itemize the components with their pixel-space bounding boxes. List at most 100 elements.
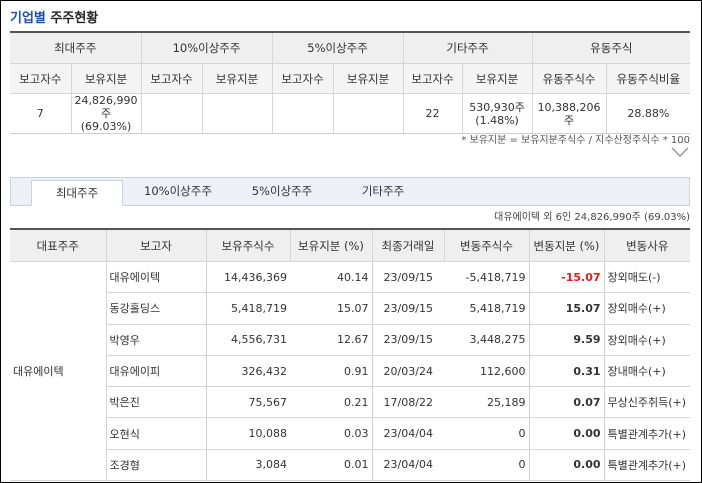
largest-share-amount: 24,826,990주 (74, 94, 138, 120)
title-prefix: 기업별 (10, 11, 46, 26)
largest-share: 24,826,990주 (69.03%) (71, 93, 142, 134)
col-header: 변동지분 (%) (529, 229, 605, 262)
reporter-cell: 오현식 (106, 417, 207, 450)
col-header: 최종거래일 (372, 229, 445, 262)
summary-subheader: 유동주식수 (532, 63, 607, 94)
summary-group: 유동주식 (532, 32, 691, 64)
change-cell: 0 (444, 417, 530, 450)
col-header: 대표주주 (10, 229, 107, 262)
shareholder-tabs: 최대주주 10%이상주주 5%이상주주 기타주주 (10, 177, 690, 206)
reason-cell: 장외매도(-) (604, 261, 690, 294)
date-cell: 23/04/04 (372, 417, 444, 450)
summary-subheader: 보유지분 (71, 63, 142, 94)
detail-body: 대유에이텍 대유에이텍 14,436,369 40.14 23/09/15 -5,418,… (10, 261, 690, 482)
summary-subheader: 보유지분 (462, 63, 533, 94)
tab-10pct[interactable]: 10%이상주주 (133, 178, 223, 205)
col-header: 변동사유 (604, 229, 690, 262)
shares-cell: 5,418,719 (206, 292, 290, 325)
reporter-cell: 동강홀딩스 (106, 292, 207, 325)
reporter-cell: 조경형 (106, 449, 207, 482)
other-share-amount: 530,930주 (469, 100, 525, 114)
p10-share (202, 93, 273, 134)
date-cell: 23/09/15 (372, 324, 444, 356)
reporter-cell: 대유에이피 (106, 355, 207, 388)
summary-subheader: 보유지분 (202, 63, 273, 94)
tab-summary-info: 대유에이텍 외 6인 24,826,990주 (69.03%) (494, 212, 690, 223)
tab-largest[interactable]: 최대주주 (31, 180, 123, 206)
col-header: 보유주식수 (206, 229, 291, 262)
change-cell: 3,448,275 (444, 324, 530, 356)
summary-group: 최대주주 (10, 32, 142, 64)
change-cell: 0 (444, 449, 530, 482)
summary-subheader: 보고자수 (403, 63, 463, 94)
shares-cell: 75,567 (206, 386, 290, 419)
change-pct-cell: 0.00 (529, 417, 605, 450)
summary-group: 5%이상주주 (272, 32, 404, 64)
other-count: 22 (403, 93, 463, 134)
chevron-down-icon[interactable] (671, 146, 689, 158)
p10-count (141, 93, 203, 134)
largest-share-pct: (69.03%) (80, 120, 132, 133)
pct-cell: 0.91 (290, 355, 373, 388)
table-row: 대유에이텍 대유에이텍 14,436,369 40.14 23/09/15 -5,418,… (10, 261, 690, 482)
date-cell: 20/03/24 (372, 355, 444, 388)
reporter-cell: 박은진 (106, 386, 207, 419)
reason-cell: 장외매수(+) (604, 324, 690, 356)
pct-cell: 40.14 (290, 261, 373, 294)
detail-table: 대표주주 보고자 보유주식수 보유지분 (%) 최종거래일 변동주식수 변동지분… (10, 228, 690, 482)
change-pct-cell: 0.31 (529, 355, 605, 388)
reason-cell: 장외매수(+) (604, 292, 690, 325)
tab-5pct[interactable]: 5%이상주주 (237, 178, 327, 205)
table-row: 조경형 3,084 0.01 23/04/04 0 0.00 특별관계추가(+) (10, 449, 690, 482)
float-ratio: 28.88% (606, 93, 691, 134)
table-row: 오현식 10,088 0.03 23/04/04 0 0.00 특별관계추가(+) (10, 417, 690, 450)
summary-subheader: 보고자수 (10, 63, 72, 94)
tab-other[interactable]: 기타주주 (347, 178, 419, 205)
largest-count: 7 (10, 93, 72, 134)
date-cell: 23/09/15 (372, 261, 444, 294)
reporter-cell: 박영우 (106, 324, 207, 356)
detail-header-row: 대표주주 보고자 보유주식수 보유지분 (%) 최종거래일 변동주식수 변동지분… (10, 229, 690, 262)
pct-cell: 0.01 (290, 449, 373, 482)
change-cell: 25,189 (444, 386, 530, 419)
reason-cell: 장내매수(+) (604, 355, 690, 388)
date-cell: 23/09/15 (372, 292, 444, 325)
change-pct-cell: 15.07 (529, 292, 605, 325)
col-header: 변동주식수 (444, 229, 530, 262)
title-main: 주주현황 (50, 11, 99, 26)
shares-cell: 4,556,731 (206, 324, 290, 356)
representative-shareholder: 대유에이텍 (10, 261, 107, 482)
p5-share (333, 93, 404, 134)
summary-group: 기타주주 (403, 32, 533, 64)
col-header: 보고자 (106, 229, 207, 262)
change-cell: 5,418,719 (444, 292, 530, 325)
table-row: 대유에이피 326,432 0.91 20/03/24 112,600 0.31 장내매수(… (10, 355, 690, 388)
summary-group: 10%이상주주 (141, 32, 273, 64)
pct-cell: 0.03 (290, 417, 373, 450)
float-shares: 10,388,206주 (532, 93, 607, 134)
change-pct-cell: -15.07 (529, 261, 605, 294)
col-header: 보유지분 (%) (290, 229, 373, 262)
change-pct-cell: 0.07 (529, 386, 605, 419)
table-row: 동강홀딩스 5,418,719 15.07 23/09/15 5,418,719 15.0… (10, 292, 690, 325)
change-pct-cell: 0.00 (529, 449, 605, 482)
reason-cell: 특별관계추가(+) (604, 417, 690, 450)
other-share: 530,930주 (1.48%) (462, 93, 533, 134)
change-cell: 112,600 (444, 355, 530, 388)
table-row: 박영우 4,556,731 12.67 23/09/15 3,448,275 9.59 장외… (10, 324, 690, 356)
reporter-cell: 대유에이텍 (106, 261, 207, 294)
date-cell: 23/04/04 (372, 449, 444, 482)
summary-group-row: 최대주주 10%이상주주 5%이상주주 기타주주 유동주식 (10, 32, 691, 64)
table-row: 박은진 75,567 0.21 17/08/22 25,189 0.07 무상신주취득(+) (10, 386, 690, 419)
date-cell: 17/08/22 (372, 386, 444, 419)
share-formula-note: * 보유지분 = 보유지분주식수 / 지수산정주식수 * 100 (461, 135, 690, 146)
pct-cell: 0.21 (290, 386, 373, 419)
change-pct-cell: 9.59 (529, 324, 605, 356)
pct-cell: 12.67 (290, 324, 373, 356)
summary-subheader: 보고자수 (141, 63, 203, 94)
shares-cell: 10,088 (206, 417, 290, 450)
reason-cell: 특별관계추가(+) (604, 449, 690, 482)
other-share-pct: (1.48%) (475, 113, 519, 127)
reason-cell: 무상신주취득(+) (604, 386, 690, 419)
summary-subheader: 보유지분 (333, 63, 404, 94)
